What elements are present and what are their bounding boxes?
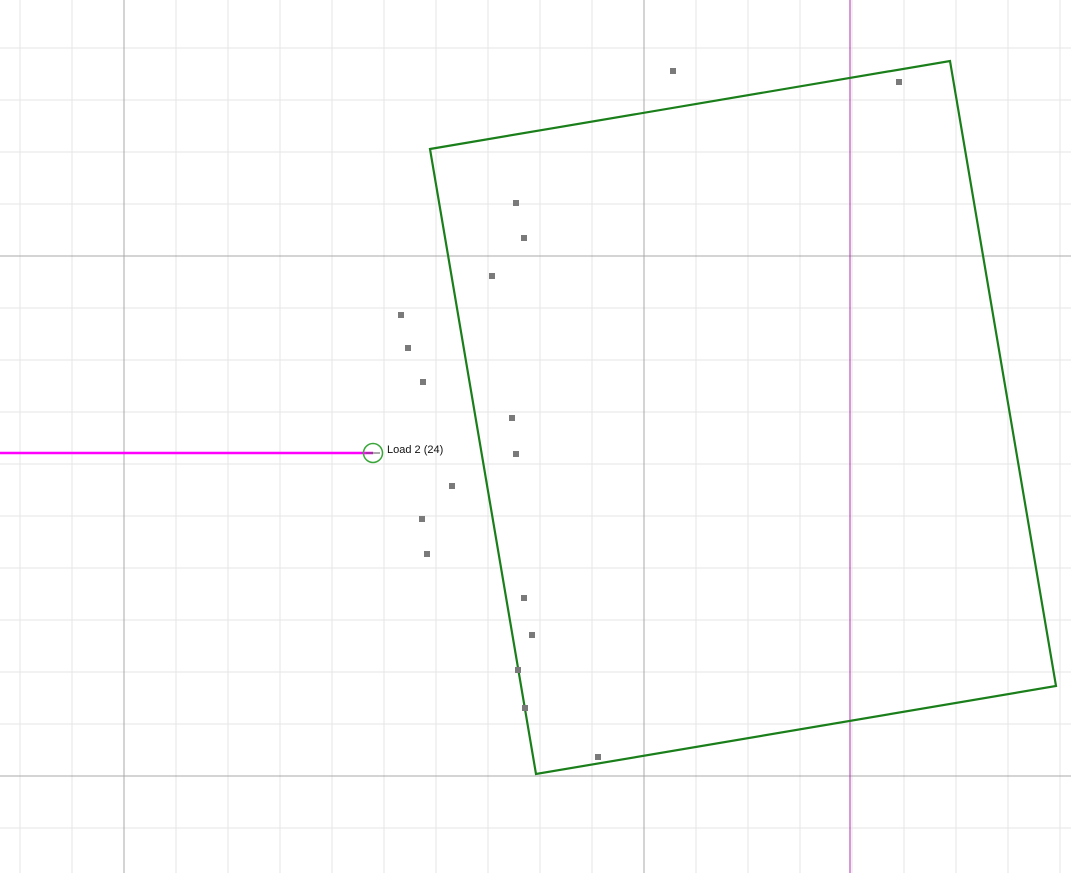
point-marker[interactable] <box>513 451 519 457</box>
point-marker[interactable] <box>424 551 430 557</box>
load-label: Load 2 (24) <box>387 444 443 456</box>
point-marker[interactable] <box>529 632 535 638</box>
point-marker[interactable] <box>405 345 411 351</box>
point-marker[interactable] <box>515 667 521 673</box>
point-marker[interactable] <box>595 754 601 760</box>
point-marker[interactable] <box>489 273 495 279</box>
point-marker[interactable] <box>449 483 455 489</box>
point-marker[interactable] <box>398 312 404 318</box>
point-marker[interactable] <box>521 595 527 601</box>
point-marker[interactable] <box>419 516 425 522</box>
point-marker[interactable] <box>896 79 902 85</box>
point-marker[interactable] <box>513 200 519 206</box>
drawing-canvas[interactable]: Load 2 (24) <box>0 0 1071 873</box>
point-marker[interactable] <box>509 415 515 421</box>
point-marker[interactable] <box>420 379 426 385</box>
point-marker[interactable] <box>522 705 528 711</box>
point-marker[interactable] <box>521 235 527 241</box>
point-marker[interactable] <box>670 68 676 74</box>
